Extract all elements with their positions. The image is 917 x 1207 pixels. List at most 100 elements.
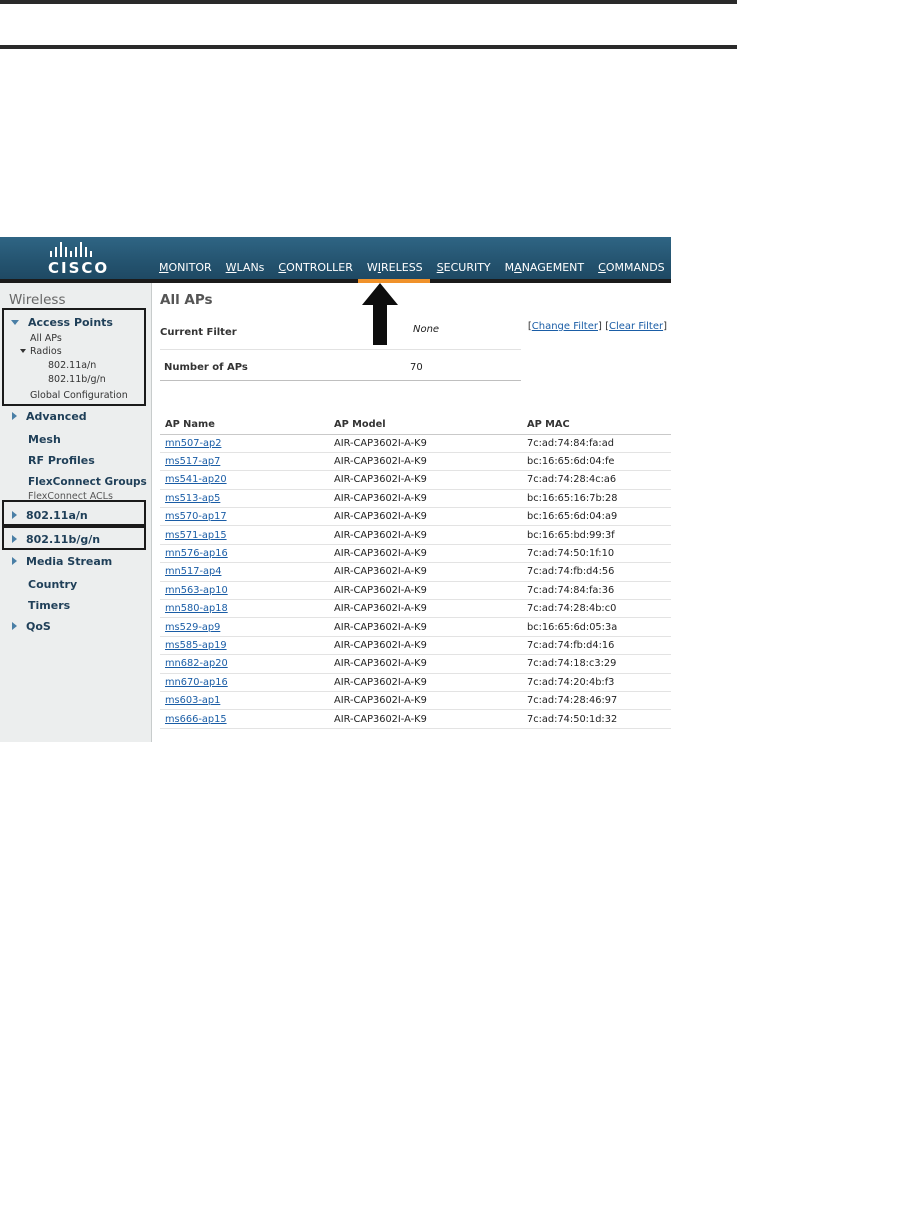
table-row: ms603-ap1 AIR-CAP3602I-A-K9 7c:ad:74:28:46… bbox=[160, 691, 671, 711]
ap-model-cell: AIR-CAP3602I-A-K9 bbox=[329, 507, 522, 527]
nav-item-2[interactable]: CONTROLLER bbox=[278, 261, 352, 277]
ap-model-cell: AIR-CAP3602I-A-K9 bbox=[329, 489, 522, 509]
filter-links: [Change Filter] [Clear Filter] bbox=[527, 321, 667, 332]
nav-label-part: NAGEMENT bbox=[521, 261, 585, 274]
page-title: All APs bbox=[160, 292, 213, 308]
ap-name-link[interactable]: ms585-ap19 bbox=[165, 640, 227, 651]
table-row: mn576-ap16 AIR-CAP3602I-A-K9 7c:ad:74:50:1… bbox=[160, 544, 671, 564]
divider bbox=[160, 349, 521, 350]
ap-model-cell: AIR-CAP3602I-A-K9 bbox=[329, 673, 522, 692]
ap-name-cell: ms666-ap15 bbox=[160, 709, 329, 729]
ap-name-link[interactable]: ms571-ap15 bbox=[165, 530, 227, 541]
table-row: ms571-ap15 AIR-CAP3602I-A-K9 bc:16:65:bd:9… bbox=[160, 525, 671, 545]
nav-label-part: ONITOR bbox=[168, 261, 212, 274]
ap-name-link[interactable]: mn580-ap18 bbox=[165, 603, 228, 614]
sidebar-item-media-stream[interactable]: Media Stream bbox=[12, 555, 112, 568]
ap-name-cell: mn517-ap4 bbox=[160, 562, 329, 582]
ap-model-cell: AIR-CAP3602I-A-K9 bbox=[329, 617, 522, 637]
ap-mac-cell: 7c:ad:74:28:46:97 bbox=[522, 691, 671, 711]
ap-name-cell: ms541-ap20 bbox=[160, 470, 329, 490]
ap-name-link[interactable]: mn563-ap10 bbox=[165, 585, 228, 596]
ap-mac-cell: 7c:ad:74:84:fa:36 bbox=[522, 581, 671, 601]
ap-name-cell: ms570-ap17 bbox=[160, 507, 329, 527]
sidebar-title: Wireless bbox=[9, 292, 66, 308]
ap-mac-cell: 7c:ad:74:28:4c:a6 bbox=[522, 470, 671, 490]
cisco-logo-icon: CISCO bbox=[48, 241, 108, 277]
highlight-box-access-points bbox=[2, 308, 146, 406]
sidebar-item-rf-profiles[interactable]: RF Profiles bbox=[28, 454, 95, 467]
highlight-box-802-11bg bbox=[2, 526, 146, 550]
nav-accesskey-letter: C bbox=[278, 261, 287, 274]
column-header-ap-model[interactable]: AP Model bbox=[329, 416, 522, 435]
ap-name-link[interactable]: ms513-ap5 bbox=[165, 493, 220, 504]
nav-accesskey-letter: M bbox=[159, 261, 169, 274]
ap-mac-cell: bc:16:65:bd:99:3f bbox=[522, 525, 671, 545]
ap-model-cell: AIR-CAP3602I-A-K9 bbox=[329, 470, 522, 490]
ap-mac-cell: 7c:ad:74:50:1d:32 bbox=[522, 709, 671, 729]
sidebar-item-mesh[interactable]: Mesh bbox=[28, 433, 61, 446]
ap-name-link[interactable]: ms529-ap9 bbox=[165, 622, 220, 633]
table-row: mn507-ap2 AIR-CAP3602I-A-K9 7c:ad:74:84:fa… bbox=[160, 434, 671, 453]
table-row: mn682-ap20 AIR-CAP3602I-A-K9 7c:ad:74:18:c… bbox=[160, 654, 671, 674]
nav-label-part: RELESS bbox=[381, 261, 423, 274]
ap-name-cell: mn563-ap10 bbox=[160, 581, 329, 601]
ap-model-cell: AIR-CAP3602I-A-K9 bbox=[329, 434, 522, 453]
ap-name-link[interactable]: mn576-ap16 bbox=[165, 548, 228, 559]
nav-item-3[interactable]: WIRELESS bbox=[367, 261, 423, 277]
ap-name-link[interactable]: ms517-ap7 bbox=[165, 456, 220, 467]
sidebar-item-label: Media Stream bbox=[26, 555, 113, 568]
ap-model-cell: AIR-CAP3602I-A-K9 bbox=[329, 636, 522, 656]
ap-name-link[interactable]: mn507-ap2 bbox=[165, 438, 221, 449]
table-row: ms585-ap19 AIR-CAP3602I-A-K9 7c:ad:74:fb:d… bbox=[160, 636, 671, 656]
table-row: ms666-ap15 AIR-CAP3602I-A-K9 7c:ad:74:50:1… bbox=[160, 709, 671, 729]
ap-name-cell: mn507-ap2 bbox=[160, 434, 329, 453]
ap-name-link[interactable]: mn670-ap16 bbox=[165, 677, 228, 688]
ap-mac-cell: 7c:ad:74:18:c3:29 bbox=[522, 654, 671, 674]
ap-name-cell: ms571-ap15 bbox=[160, 525, 329, 545]
sidebar-item-qos[interactable]: QoS bbox=[12, 620, 51, 633]
ap-name-link[interactable]: mn682-ap20 bbox=[165, 658, 228, 669]
sidebar: Wireless Access Points All APs Radios 80… bbox=[0, 283, 152, 742]
ap-name-cell: ms529-ap9 bbox=[160, 617, 329, 637]
sidebar-item-country[interactable]: Country bbox=[28, 578, 77, 591]
nav-accesskey-letter: A bbox=[514, 261, 522, 274]
ap-model-cell: AIR-CAP3602I-A-K9 bbox=[329, 691, 522, 711]
expand-arrow-icon bbox=[12, 557, 17, 565]
sidebar-item-advanced[interactable]: Advanced bbox=[12, 410, 87, 423]
expand-arrow-icon bbox=[12, 622, 17, 630]
expand-arrow-icon bbox=[12, 412, 17, 420]
sidebar-item-timers[interactable]: Timers bbox=[28, 599, 70, 612]
clear-filter-link[interactable]: Clear Filter bbox=[609, 321, 663, 332]
ap-model-cell: AIR-CAP3602I-A-K9 bbox=[329, 654, 522, 674]
table-header-row: AP Name AP Model AP MAC bbox=[160, 416, 671, 435]
nav-item-4[interactable]: SECURITY bbox=[437, 261, 491, 277]
sidebar-item-label: QoS bbox=[26, 620, 51, 633]
ap-mac-cell: bc:16:65:6d:04:a9 bbox=[522, 507, 671, 527]
ap-model-cell: AIR-CAP3602I-A-K9 bbox=[329, 544, 522, 564]
ap-name-link[interactable]: ms541-ap20 bbox=[165, 474, 227, 485]
highlight-box-802-11a bbox=[2, 500, 146, 526]
nav-item-5[interactable]: MANAGEMENT bbox=[505, 261, 584, 277]
ap-model-cell: AIR-CAP3602I-A-K9 bbox=[329, 452, 522, 472]
nav-accesskey-letter: S bbox=[436, 261, 444, 274]
nav-item-6[interactable]: COMMANDS bbox=[598, 261, 665, 277]
ap-model-cell: AIR-CAP3602I-A-K9 bbox=[329, 562, 522, 582]
ap-name-link[interactable]: ms666-ap15 bbox=[165, 714, 227, 725]
nav-label-part: ONTROLLER bbox=[286, 261, 353, 274]
ap-name-link[interactable]: mn517-ap4 bbox=[165, 566, 221, 577]
change-filter-link[interactable]: Change Filter bbox=[532, 321, 598, 332]
column-header-ap-name[interactable]: AP Name bbox=[160, 416, 329, 435]
table-row: ms570-ap17 AIR-CAP3602I-A-K9 bc:16:65:6d:0… bbox=[160, 507, 671, 527]
table-row: ms529-ap9 AIR-CAP3602I-A-K9 bc:16:65:6d:05… bbox=[160, 617, 671, 637]
nav-item-1[interactable]: WLANs bbox=[226, 261, 265, 277]
main-nav: MONITOR WLANs CONTROLLER WIRELESS SECURITY MA… bbox=[152, 261, 671, 277]
ap-mac-cell: bc:16:65:6d:05:3a bbox=[522, 617, 671, 637]
nav-label-part: OMMANDS bbox=[605, 261, 665, 274]
column-header-ap-mac[interactable]: AP MAC bbox=[522, 416, 671, 435]
top-nav-bar: CISCO MONITOR WLANs CONTROLLER WIRELESS SECU… bbox=[0, 237, 671, 283]
nav-item-0[interactable]: MONITOR bbox=[159, 261, 212, 277]
ap-name-link[interactable]: ms570-ap17 bbox=[165, 511, 227, 522]
sidebar-item-flexconnect-groups[interactable]: FlexConnect Groups bbox=[28, 476, 147, 488]
ap-mac-cell: bc:16:65:6d:04:fe bbox=[522, 452, 671, 472]
ap-name-link[interactable]: ms603-ap1 bbox=[165, 695, 220, 706]
